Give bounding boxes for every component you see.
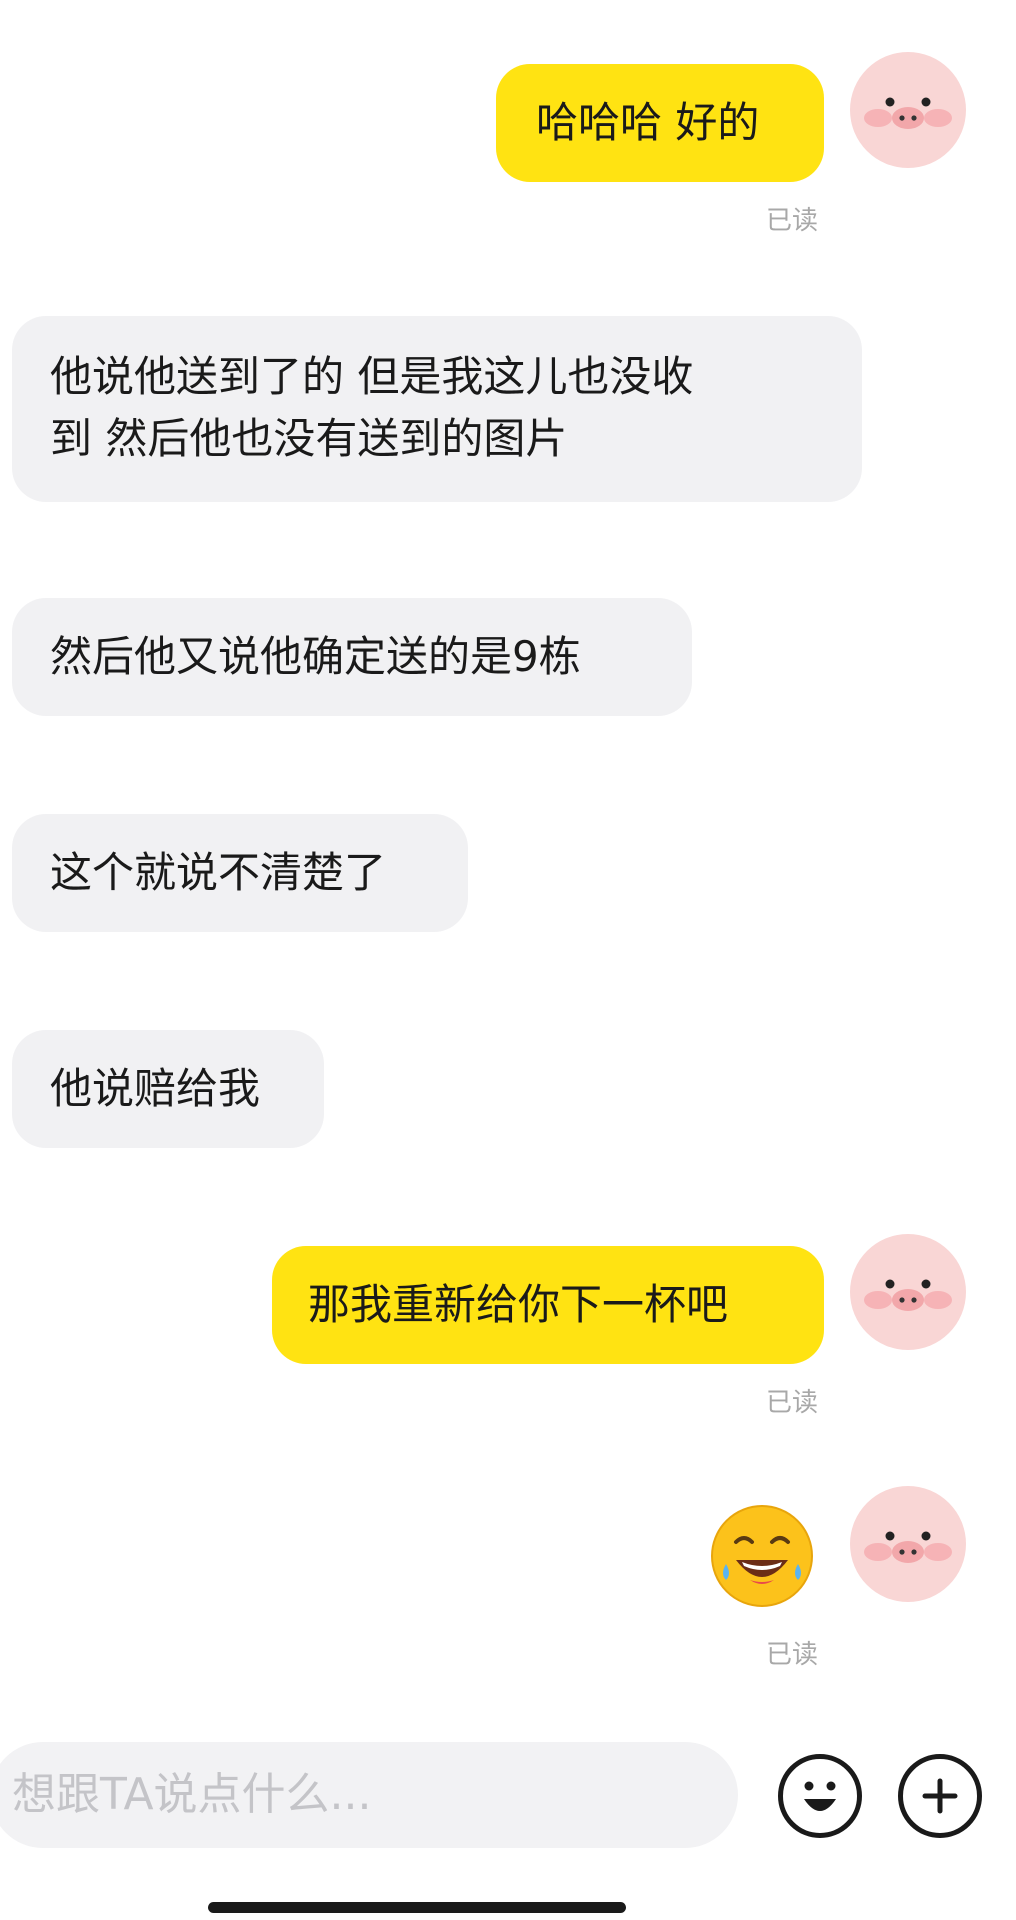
read-receipt: 已读: [766, 1388, 819, 1418]
message-text-line: 到 然后他也没有送到的图片: [50, 414, 568, 463]
message-bubble-mine[interactable]: 哈哈哈 好的: [496, 64, 824, 182]
read-receipt: 已读: [766, 206, 819, 236]
avatar[interactable]: [850, 1486, 966, 1602]
laughing-crying-emoji-icon[interactable]: [710, 1504, 814, 1608]
plus-button[interactable]: [898, 1754, 982, 1838]
plus-icon: [922, 1778, 958, 1814]
message-bubble-theirs[interactable]: 他说赔给我: [12, 1030, 324, 1148]
message-text: 这个就说不清楚了: [50, 848, 387, 897]
emoji-button[interactable]: [778, 1754, 862, 1838]
smiley-icon: [804, 1781, 836, 1811]
pig-face-icon: [864, 1279, 952, 1311]
message-bubble-theirs[interactable]: 他说他送到了的 但是我这儿也没收 到 然后他也没有送到的图片: [12, 316, 862, 502]
message-input-placeholder: 想跟TA说点什么...: [12, 1769, 372, 1820]
read-receipt: 已读: [766, 1640, 819, 1670]
message-text: 哈哈哈 好的: [536, 98, 760, 147]
pig-face-icon: [864, 1531, 952, 1563]
message-bubble-theirs[interactable]: 然后他又说他确定送的是9栋: [12, 598, 692, 716]
avatar[interactable]: [850, 52, 966, 168]
message-text-line: 他说他送到了的 但是我这儿也没收: [50, 352, 694, 401]
pig-face-icon: [864, 97, 952, 129]
message-input[interactable]: 想跟TA说点什么...: [0, 1742, 738, 1848]
message-text: 他说赔给我: [50, 1064, 261, 1113]
message-bubble-mine[interactable]: 那我重新给你下一杯吧: [272, 1246, 824, 1364]
home-indicator: [208, 1902, 626, 1913]
message-text: 那我重新给你下一杯吧: [308, 1280, 729, 1329]
message-text: 然后他又说他确定送的是9栋: [50, 632, 581, 681]
avatar[interactable]: [850, 1234, 966, 1350]
message-bubble-theirs[interactable]: 这个就说不清楚了: [12, 814, 468, 932]
